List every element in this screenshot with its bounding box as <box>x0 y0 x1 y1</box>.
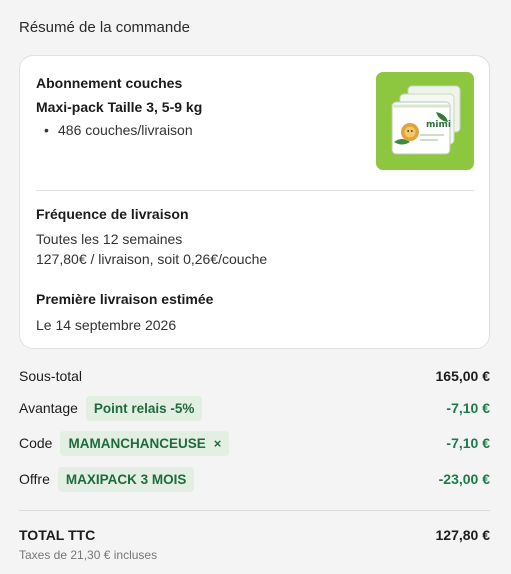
frequency-interval: Toutes les 12 semaines <box>36 231 183 247</box>
bullet-icon: • <box>44 122 49 138</box>
subtotal-label: Sous-total <box>19 368 83 384</box>
order-summary-title: Résumé de la commande <box>19 19 190 36</box>
frequency-details: Toutes les 12 semaines 127,80€ / livrais… <box>36 229 267 269</box>
frequency-title: Fréquence de livraison <box>36 206 189 222</box>
advantage-label: Avantage <box>19 400 78 416</box>
diaper-pack-image: mimi <box>376 72 474 170</box>
product-name-line1: Abonnement couches <box>36 75 183 91</box>
product-name-line2: Maxi-pack Taille 3, 5-9 kg <box>36 99 203 115</box>
offer-label: Offre <box>19 471 50 487</box>
advantage-amount: -7,10 € <box>446 400 490 416</box>
subtotal-row: Sous-total 165,00 € <box>19 362 490 390</box>
remove-code-icon[interactable]: × <box>214 436 222 451</box>
advantage-row: Avantage Point relais -5% -7,10 € <box>19 394 490 422</box>
first-delivery-title: Première livraison estimée <box>36 291 214 307</box>
code-row: Code MAMANCHANCEUSE × -7,10 € <box>19 429 490 457</box>
total-divider <box>19 510 490 511</box>
advantage-chip-label: Point relais -5% <box>93 400 195 416</box>
product-details-list: • 486 couches/livraison <box>44 122 193 138</box>
tax-note: Taxes de 21,30 € incluses <box>19 548 158 562</box>
promo-code-label: MAMANCHANCEUSE <box>68 435 206 451</box>
offer-chip: MAXIPACK 3 MOIS <box>57 466 195 492</box>
diaper-pack-illustration: mimi <box>391 85 461 155</box>
advantage-chip: Point relais -5% <box>85 395 203 421</box>
list-item: • 486 couches/livraison <box>44 122 193 138</box>
code-label: Code <box>19 435 53 451</box>
product-name: Abonnement couches Maxi-pack Taille 3, 5… <box>36 71 202 119</box>
total-label: TOTAL TTC <box>19 527 96 543</box>
promo-code-chip: MAMANCHANCEUSE × <box>60 430 230 456</box>
offer-amount: -23,00 € <box>438 471 490 487</box>
first-delivery-date: Le 14 septembre 2026 <box>36 317 177 333</box>
product-card: Abonnement couches Maxi-pack Taille 3, 5… <box>19 55 490 349</box>
offer-chip-label: MAXIPACK 3 MOIS <box>65 471 187 487</box>
offer-row: Offre MAXIPACK 3 MOIS -23,00 € <box>19 465 490 493</box>
subtotal-amount: 165,00 € <box>435 368 491 384</box>
brand-logo-text: mimi <box>426 120 451 130</box>
card-divider <box>36 190 474 191</box>
code-amount: -7,10 € <box>446 435 490 451</box>
frequency-price: 127,80€ / livraison, soit 0,26€/couche <box>36 251 268 267</box>
total-amount: 127,80 € <box>435 527 491 543</box>
